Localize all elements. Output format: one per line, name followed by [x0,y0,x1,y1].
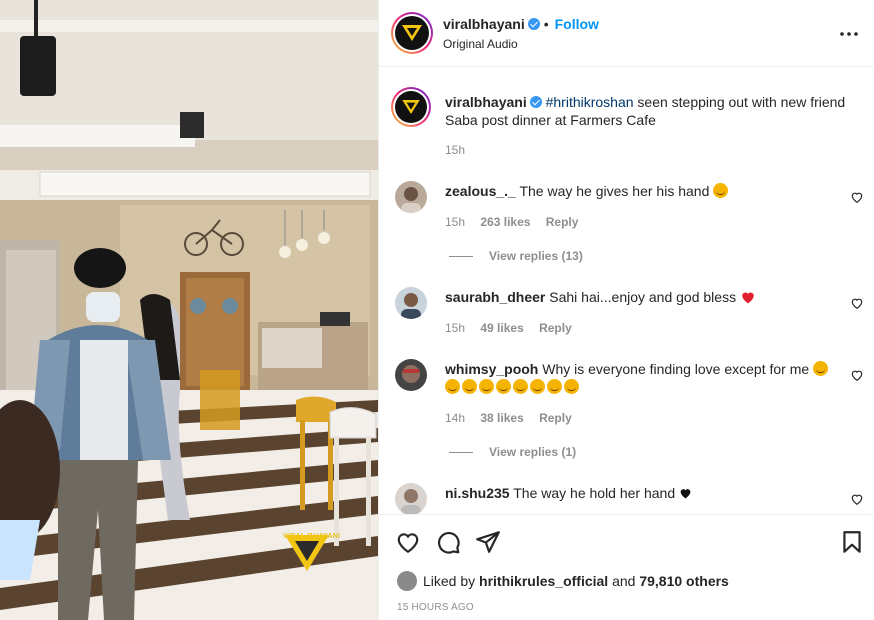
comment-time: 15h [445,321,466,335]
comment-username[interactable]: saurabh_dheer [445,289,545,305]
author-username[interactable]: viralbhayani [443,16,525,32]
comment-meta: 15h 263 likes Reply [445,215,590,229]
caption-text: viralbhayani #hrithikroshan seen steppin… [445,93,855,129]
comment-like-heart-icon[interactable] [850,190,864,204]
separator-dot: • [543,16,549,32]
smirk-emoji-icon [530,379,545,394]
smirk-emoji-icon [496,379,511,394]
comment-likes[interactable]: 38 likes [480,411,523,425]
comment-like-heart-icon[interactable] [850,296,864,310]
reply-button[interactable]: Reply [539,321,572,335]
comment-body: The way he gives her his hand [519,183,710,199]
watermark-logo: VIRAL BHAYANI [283,533,340,571]
comment-meta: 14h 38 likes Reply [445,411,584,425]
comment-likes[interactable]: 49 likes [480,321,523,335]
red-heart-emoji-icon [742,292,754,304]
caption-hashtag[interactable]: #hrithikroshan [546,94,634,110]
comment-like-heart-icon[interactable] [850,492,864,506]
instagram-post: VIRAL BHAYANI viralbhayani • Follow Origin… [0,0,874,620]
comment-username[interactable]: zealous_._ [445,183,516,199]
liked-by-row: Liked by hrithikrules_official and 79,81… [397,571,729,591]
comment-text: ni.shu235 The way he hold her hand [445,484,835,502]
verified-icon [529,96,542,108]
smirk-emoji-icon [479,379,494,394]
share-icon[interactable] [475,529,501,555]
smirk-emoji-icon [462,379,477,394]
post-panel: viralbhayani • Follow Original Audio viral… [378,0,874,620]
audio-label[interactable]: Original Audio [443,37,518,51]
post-video[interactable]: VIRAL BHAYANI [0,0,378,620]
brand-logo-icon [395,16,429,50]
brand-logo-icon [395,91,427,123]
comment-meta: 15h 49 likes Reply [445,321,584,335]
bookmark-icon[interactable] [839,529,865,555]
caption-time: 15h [445,143,466,157]
author-avatar[interactable] [391,12,433,54]
caption-username[interactable]: viralbhayani [445,94,527,110]
smirk-emoji-icon [564,379,579,394]
comment-likes[interactable]: 263 likes [480,215,530,229]
heart-icon[interactable] [395,529,421,555]
follow-button[interactable]: Follow [555,16,599,32]
liked-by-prefix: Liked by [423,573,480,589]
disappointed-emoji-icon [813,361,829,376]
liked-by-user[interactable]: hrithikrules_official [479,573,608,589]
comment-text: zealous_._ The way he gives her his hand [445,182,835,200]
commenter-avatar[interactable] [395,483,427,515]
comment-body: The way he hold her hand [513,485,676,501]
view-replies-button[interactable]: View replies (1) [449,445,576,459]
comment-username[interactable]: whimsy_pooh [445,361,538,377]
post-actions: Liked by hrithikrules_official and 79,81… [379,514,874,620]
comment-like-heart-icon[interactable] [850,368,864,382]
comment-icon[interactable] [435,529,461,555]
comment-time: 14h [445,411,466,425]
smirk-emoji-icon [445,379,460,394]
reply-button[interactable]: Reply [539,411,572,425]
smirk-emoji-icon [513,379,528,394]
comment-body: Why is everyone finding love except for … [542,361,810,377]
post-header: viralbhayani • Follow Original Audio [379,0,874,67]
black-heart-emoji-icon [680,489,691,499]
comment-text: saurabh_dheer Sahi hai...enjoy and god b… [445,288,835,306]
post-timestamp[interactable]: 15 HOURS AGO [397,602,474,613]
liker-avatar[interactable] [397,571,417,591]
star-struck-emoji-icon [713,183,729,198]
comment-body: Sahi hai...enjoy and god bless [549,289,737,305]
watermark-v-icon [285,535,329,571]
caption-avatar[interactable] [391,87,431,127]
liked-by-middle: and [608,573,640,589]
reply-button[interactable]: Reply [546,215,579,229]
comment-username[interactable]: ni.shu235 [445,485,510,501]
commenter-avatar[interactable] [395,181,427,213]
comment-time: 15h [445,215,466,229]
comment-text: whimsy_pooh Why is everyone finding love… [445,360,835,396]
more-options-icon[interactable] [837,22,861,46]
commenter-avatar[interactable] [395,359,427,391]
video-frame [0,0,378,620]
verified-icon [527,18,540,30]
commenter-avatar[interactable] [395,287,427,319]
view-replies-button[interactable]: View replies (13) [449,249,583,263]
smirk-emoji-icon [547,379,562,394]
header-user-row: viralbhayani • Follow [443,16,599,32]
likes-count[interactable]: 79,810 others [639,573,729,589]
